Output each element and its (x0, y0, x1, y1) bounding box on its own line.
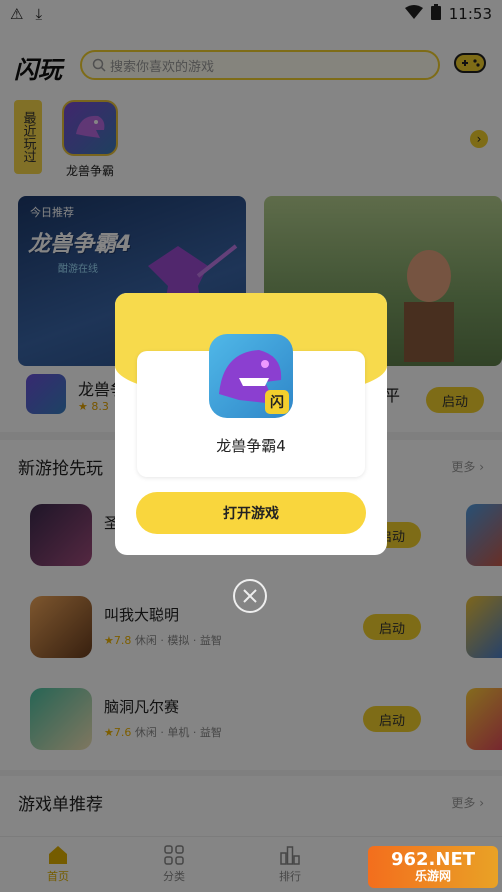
game-icon: 闪 (209, 334, 293, 418)
open-game-modal: 闪 龙兽争霸4 打开游戏 (115, 293, 387, 555)
open-game-button[interactable]: 打开游戏 (136, 492, 366, 534)
app-badge: 闪 (265, 390, 289, 414)
modal-game-name: 龙兽争霸4 (216, 437, 286, 455)
close-icon[interactable] (233, 579, 267, 613)
site-watermark: 962.NET 乐游网 (368, 846, 498, 888)
